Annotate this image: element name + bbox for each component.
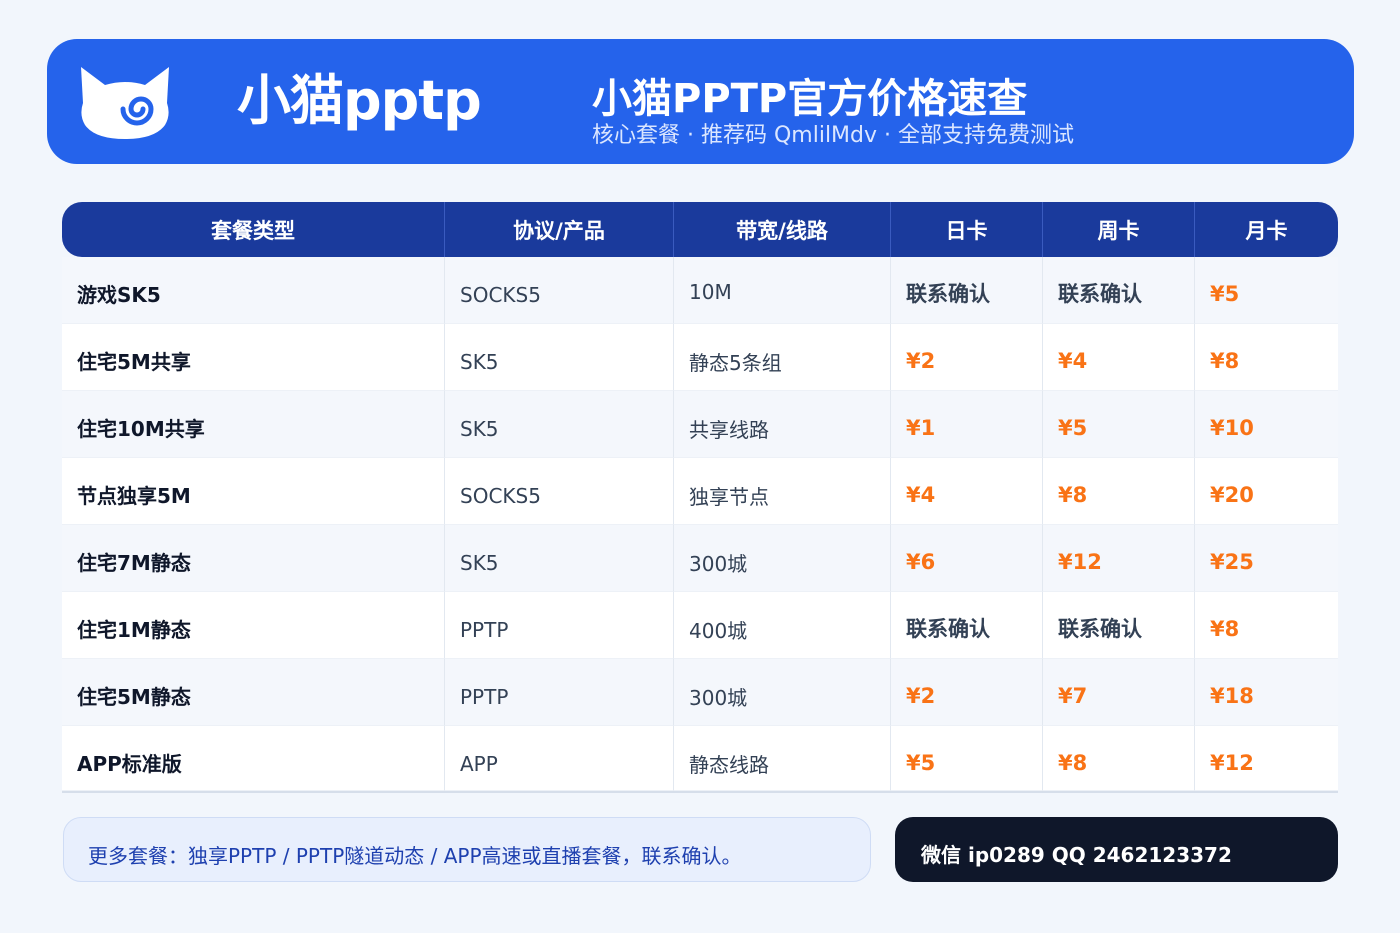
contact-text: 微信 ip0289 QQ 2462123372 (921, 843, 1232, 867)
plan-name-cell: 住宅10M共享 (62, 391, 445, 458)
table-row: 住宅1M静态 PPTP 400城 联系确认 联系确认 ¥8 (62, 592, 1338, 659)
bandwidth-cell: 独享节点 (674, 458, 891, 525)
day-price-cell: ¥6 (891, 525, 1043, 592)
table-row: 游戏SK5 SOCKS5 10M 联系确认 联系确认 ¥5 (62, 257, 1338, 324)
plan-name-cell: 住宅1M静态 (62, 592, 445, 659)
month-price-cell: ¥5 (1195, 257, 1338, 324)
bandwidth-cell: 300城 (674, 525, 891, 592)
day-price-cell: 联系确认 (891, 592, 1043, 659)
plan-name-cell: APP标准版 (62, 726, 445, 791)
brand-name: 小猫pptp (237, 69, 482, 132)
protocol-cell: APP (445, 726, 674, 791)
week-price-cell: ¥12 (1043, 525, 1195, 592)
day-price-cell: ¥4 (891, 458, 1043, 525)
bandwidth-cell: 共享线路 (674, 391, 891, 458)
table-row: 住宅10M共享 SK5 共享线路 ¥1 ¥5 ¥10 (62, 391, 1338, 458)
month-price-cell: ¥10 (1195, 391, 1338, 458)
day-price-cell: ¥1 (891, 391, 1043, 458)
month-price-cell: ¥12 (1195, 726, 1338, 791)
month-price-cell: ¥25 (1195, 525, 1338, 592)
header-bandwidth: 带宽/线路 (674, 202, 891, 257)
header-protocol: 协议/产品 (445, 202, 674, 257)
month-price-cell: ¥20 (1195, 458, 1338, 525)
bandwidth-cell: 静态5条组 (674, 324, 891, 391)
table-row: APP标准版 APP 静态线路 ¥5 ¥8 ¥12 (62, 726, 1338, 793)
header-week-card: 周卡 (1043, 202, 1195, 257)
table-header: 套餐类型 协议/产品 带宽/线路 日卡 周卡 月卡 (62, 202, 1338, 257)
table-row: 住宅5M静态 PPTP 300城 ¥2 ¥7 ¥18 (62, 659, 1338, 726)
day-price-cell: ¥2 (891, 659, 1043, 726)
month-price-cell: ¥18 (1195, 659, 1338, 726)
month-price-cell: ¥8 (1195, 324, 1338, 391)
more-plans-text: 更多套餐：独享PPTP / PPTP隧道动态 / APP高速或直播套餐，联系确认… (88, 844, 742, 868)
protocol-cell: SOCKS5 (445, 257, 674, 324)
plan-name-cell: 游戏SK5 (62, 257, 445, 324)
page-title: 小猫PPTP官方价格速查 (592, 76, 1028, 122)
day-price-cell: ¥5 (891, 726, 1043, 791)
protocol-cell: PPTP (445, 592, 674, 659)
cat-head-icon (81, 67, 169, 139)
page-subtitle: 核心套餐 · 推荐码 QmlilMdv · 全部支持免费测试 (592, 123, 1075, 148)
protocol-cell: SK5 (445, 324, 674, 391)
day-price-cell: 联系确认 (891, 257, 1043, 324)
protocol-cell: SK5 (445, 391, 674, 458)
header-banner: 小猫pptp 小猫PPTP官方价格速查 核心套餐 · 推荐码 QmlilMdv … (47, 39, 1354, 164)
week-price-cell: ¥7 (1043, 659, 1195, 726)
protocol-cell: SOCKS5 (445, 458, 674, 525)
table-row: 住宅5M共享 SK5 静态5条组 ¥2 ¥4 ¥8 (62, 324, 1338, 391)
week-price-cell: ¥8 (1043, 726, 1195, 791)
bandwidth-cell: 静态线路 (674, 726, 891, 791)
protocol-cell: SK5 (445, 525, 674, 592)
table-row: 节点独享5M SOCKS5 独享节点 ¥4 ¥8 ¥20 (62, 458, 1338, 525)
week-price-cell: 联系确认 (1043, 592, 1195, 659)
price-table: 套餐类型 协议/产品 带宽/线路 日卡 周卡 月卡 游戏SK5 SOCKS5 1… (62, 202, 1338, 793)
header-plan-type: 套餐类型 (62, 202, 445, 257)
contact-info: 微信 ip0289 QQ 2462123372 (895, 817, 1338, 882)
day-price-cell: ¥2 (891, 324, 1043, 391)
plan-name-cell: 节点独享5M (62, 458, 445, 525)
header-day-card: 日卡 (891, 202, 1043, 257)
week-price-cell: ¥4 (1043, 324, 1195, 391)
plan-name-cell: 住宅5M共享 (62, 324, 445, 391)
week-price-cell: ¥8 (1043, 458, 1195, 525)
bandwidth-cell: 300城 (674, 659, 891, 726)
week-price-cell: 联系确认 (1043, 257, 1195, 324)
table-row: 住宅7M静态 SK5 300城 ¥6 ¥12 ¥25 (62, 525, 1338, 592)
bandwidth-cell: 400城 (674, 592, 891, 659)
table-body: 游戏SK5 SOCKS5 10M 联系确认 联系确认 ¥5 住宅5M共享 SK5… (62, 257, 1338, 793)
more-plans-note: 更多套餐：独享PPTP / PPTP隧道动态 / APP高速或直播套餐，联系确认… (63, 817, 871, 882)
header-month-card: 月卡 (1245, 218, 1288, 243)
plan-name-cell: 住宅5M静态 (62, 659, 445, 726)
week-price-cell: ¥5 (1043, 391, 1195, 458)
plan-name-cell: 住宅7M静态 (62, 525, 445, 592)
bandwidth-cell: 10M (674, 257, 891, 324)
protocol-cell: PPTP (445, 659, 674, 726)
month-price-cell: ¥8 (1195, 592, 1338, 659)
